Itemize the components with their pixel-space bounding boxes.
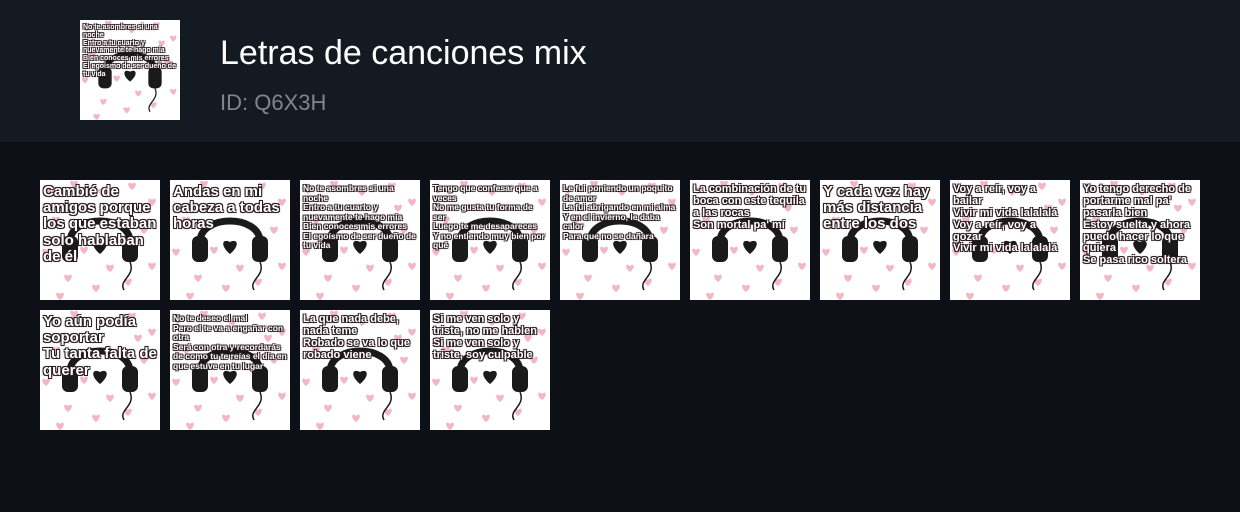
sticker-tile[interactable]: Si me ven solo y triste, no me hablen Si…: [430, 310, 550, 430]
pack-id: ID: Q6X3H: [220, 90, 327, 115]
sticker-lyrics-text: Andas en mi cabeza a todas horas: [173, 183, 280, 233]
sticker-tile[interactable]: La combinación de tu boca con este tequi…: [690, 180, 810, 300]
sticker-tile[interactable]: La que nada debe, nada teme Robado se va…: [300, 310, 420, 430]
pack-title: Letras de canciones mix: [220, 34, 587, 72]
pack-header: No te asombres si una noche Entro a tu c…: [0, 0, 1240, 142]
sticker-lyrics-text: Tengo que confesar que a veces No me gus…: [433, 183, 545, 251]
pack-icon-text: No te asombres si una noche Entro a tu c…: [83, 24, 176, 78]
sticker-tile[interactable]: Cambié de amigos porque los que estaban …: [40, 180, 160, 300]
sticker-tile[interactable]: Y cada vez hay más distancia entre los d…: [820, 180, 940, 300]
sticker-tile[interactable]: Yo aún podía soportar Tu tanta falta de …: [40, 310, 160, 430]
pack-icon-thumbnail: No te asombres si una noche Entro a tu c…: [80, 20, 180, 120]
sticker-lyrics-text: Cambié de amigos porque los que estaban …: [43, 183, 157, 265]
sticker-tile[interactable]: Tengo que confesar que a veces No me gus…: [430, 180, 550, 300]
sticker-lyrics-text: Si me ven solo y triste, no me hablen Si…: [433, 313, 537, 361]
sticker-lyrics-text: Le fui poniendo un poquito de amor La fu…: [563, 183, 676, 241]
sticker-lyrics-text: Yo tengo derecho de portarme mal pa' pas…: [1083, 183, 1191, 267]
sticker-tile[interactable]: Voy a reír, voy a bailar Vivir mi vida l…: [950, 180, 1070, 300]
sticker-tile[interactable]: Le fui poniendo un poquito de amor La fu…: [560, 180, 680, 300]
sticker-tile[interactable]: No te deseo el mal Pero el te va a engañ…: [170, 310, 290, 430]
sticker-lyrics-text: No te asombres si una noche Entro a tu c…: [303, 183, 416, 251]
sticker-lyrics-text: Voy a reír, voy a bailar Vivir mi vida l…: [953, 183, 1058, 255]
sticker-lyrics-text: Y cada vez hay más distancia entre los d…: [823, 183, 930, 233]
sticker-tile[interactable]: Andas en mi cabeza a todas horas: [170, 180, 290, 300]
sticker-tile[interactable]: Yo tengo derecho de portarme mal pa' pas…: [1080, 180, 1200, 300]
sticker-lyrics-text: No te deseo el mal Pero el te va a engañ…: [173, 313, 287, 371]
sticker-lyrics-text: Yo aún podía soportar Tu tanta falta de …: [43, 313, 157, 379]
sticker-lyrics-text: La que nada debe, nada teme Robado se va…: [303, 313, 410, 361]
sticker-tile[interactable]: No te asombres si una noche Entro a tu c…: [300, 180, 420, 300]
sticker-lyrics-text: La combinación de tu boca con este tequi…: [693, 183, 807, 231]
